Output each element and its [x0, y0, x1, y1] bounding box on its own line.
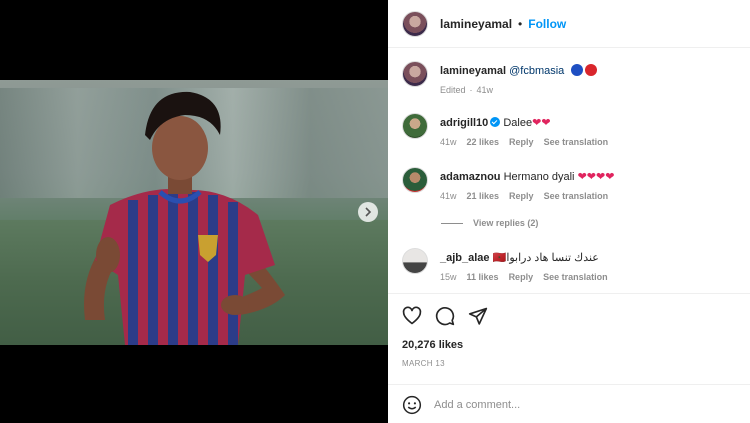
- comment-likes[interactable]: 21 likes: [467, 191, 500, 201]
- see-translation-button[interactable]: See translation: [544, 191, 609, 201]
- chevron-right-icon: [365, 207, 372, 217]
- reply-button[interactable]: Reply: [509, 137, 534, 147]
- comment-item: adamaznou Hermano dyali ❤❤❤❤ 41w 21 like…: [402, 167, 614, 201]
- comment-item: _ajb_alae عندك تنسا هاد درابوا🇲🇦 15w 11 …: [402, 248, 608, 282]
- comment-button[interactable]: [435, 306, 455, 326]
- follow-button[interactable]: Follow: [528, 17, 566, 31]
- replies-divider-line: [441, 222, 463, 224]
- comment-avatar[interactable]: [402, 113, 428, 139]
- emoji-icon[interactable]: [402, 395, 422, 415]
- comment-text: Dalee: [503, 117, 533, 129]
- caption-username[interactable]: lamineyamal: [440, 65, 506, 77]
- post-date: MARCH 13: [402, 359, 445, 368]
- post-actions: 20,276 likes MARCH 13 Add a comment...: [388, 293, 750, 423]
- comment-username[interactable]: adamaznou: [440, 171, 501, 183]
- comment-input[interactable]: Add a comment...: [434, 399, 520, 411]
- comment-time: 41w: [440, 191, 457, 201]
- comment-username[interactable]: _ajb_alae: [440, 252, 490, 264]
- caption-edited: Edited: [440, 85, 466, 95]
- red-circle-emoji: [585, 64, 598, 76]
- comment-username[interactable]: adrigill10: [440, 117, 488, 129]
- caption: lamineyamal @fcbmasia Edited · 41w: [402, 61, 598, 95]
- send-icon: [468, 307, 488, 325]
- author-avatar[interactable]: [402, 10, 428, 37]
- comment-likes[interactable]: 22 likes: [467, 137, 500, 147]
- comment-icon: [435, 307, 455, 326]
- next-slide-button[interactable]: [358, 202, 378, 222]
- caption-avatar[interactable]: [402, 61, 428, 87]
- see-translation-button[interactable]: See translation: [544, 137, 609, 147]
- caption-mention[interactable]: @fcbmasia: [509, 65, 564, 77]
- add-comment-bar: Add a comment...: [388, 384, 750, 423]
- author-username[interactable]: lamineyamal: [440, 17, 512, 31]
- comment-likes[interactable]: 11 likes: [467, 272, 499, 282]
- see-translation-button[interactable]: See translation: [543, 272, 608, 282]
- view-replies-label: View replies (2): [473, 218, 539, 228]
- share-button[interactable]: [468, 306, 488, 326]
- view-replies-button[interactable]: View replies (2): [441, 218, 538, 228]
- comment-text: Hermano dyali: [503, 171, 575, 183]
- reply-button[interactable]: Reply: [509, 272, 534, 282]
- heart-emoji: ❤❤: [532, 117, 551, 129]
- player-illustration: [84, 91, 285, 345]
- header-separator: •: [518, 16, 523, 31]
- blue-circle-emoji: [571, 64, 584, 76]
- likes-count[interactable]: 20,276 likes: [402, 339, 463, 351]
- heart-emoji: ❤❤❤❤: [577, 171, 615, 183]
- comment-text: عندك تنسا هاد درابوا🇲🇦: [492, 252, 599, 264]
- caption-time: 41w: [476, 85, 494, 95]
- comment-item: adrigill10 Dalee❤❤ 41w 22 likes Reply Se…: [402, 113, 608, 147]
- reply-button[interactable]: Reply: [509, 191, 534, 201]
- post-header: lamineyamal • Follow: [388, 0, 750, 48]
- post-media: [0, 0, 388, 423]
- like-button[interactable]: [402, 306, 422, 326]
- meta-dot: ·: [469, 85, 473, 95]
- comment-time: 41w: [440, 137, 457, 147]
- post-details-panel: lamineyamal • Follow lamineyamal @fcbmas…: [388, 0, 750, 423]
- comment-time: 15w: [440, 272, 457, 282]
- post-photo: [0, 80, 388, 345]
- verified-icon: [490, 117, 501, 127]
- action-icons: [402, 306, 488, 326]
- heart-icon: [402, 306, 422, 325]
- comment-avatar[interactable]: [402, 167, 428, 193]
- comment-avatar[interactable]: [402, 248, 428, 274]
